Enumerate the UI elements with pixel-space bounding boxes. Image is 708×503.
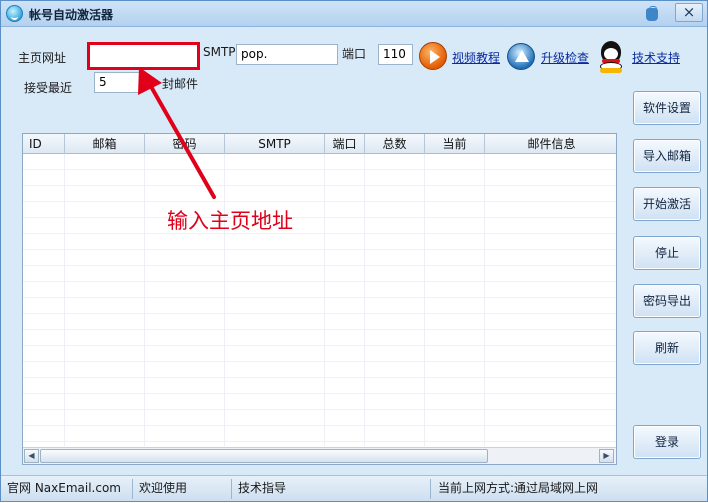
column-divider (484, 154, 485, 446)
software-settings-button[interactable]: 软件设置 (633, 91, 701, 125)
refresh-button[interactable]: 刷新 (633, 331, 701, 365)
recent-label: 接受最近 (24, 81, 73, 95)
col-smtp[interactable]: SMTP (225, 134, 325, 154)
status-site[interactable]: 官网 NaxEmail.com (3, 476, 121, 502)
column-divider (64, 154, 65, 446)
status-divider (430, 479, 431, 499)
smtp-label: SMTP (203, 45, 236, 59)
recent-count-input[interactable]: 5 (94, 72, 140, 93)
video-play-icon[interactable] (419, 42, 447, 70)
annotation-text: 输入主页地址 (167, 209, 293, 233)
start-activation-button[interactable]: 开始激活 (633, 187, 701, 221)
app-smiley-icon (6, 5, 23, 22)
update-check-link[interactable]: 升级检查 (541, 49, 589, 66)
export-password-button[interactable]: 密码导出 (633, 284, 701, 318)
window-title: 帐号自动激活器 (29, 8, 114, 22)
column-divider (224, 154, 225, 446)
col-port[interactable]: 端口 (325, 134, 365, 154)
import-mailbox-button[interactable]: 导入邮箱 (633, 139, 701, 173)
video-tutorial-link[interactable]: 视频教程 (452, 49, 500, 66)
status-guide[interactable]: 技术指导 (234, 476, 286, 502)
smtp-input[interactable]: pop. (236, 44, 338, 65)
port-label: 端口 (342, 47, 367, 61)
horizontal-scrollbar[interactable]: ◀ ▶ (23, 447, 616, 464)
scroll-left-arrow-icon[interactable]: ◀ (24, 449, 39, 463)
status-divider (132, 479, 133, 499)
status-welcome: 欢迎使用 (139, 481, 188, 495)
skin-icon[interactable] (642, 5, 662, 23)
col-password[interactable]: 密码 (145, 134, 225, 154)
status-divider (231, 479, 232, 499)
qq-penguin-icon[interactable] (597, 41, 625, 73)
table-header: ID 邮箱 密码 SMTP 端口 总数 当前 邮件信息 (23, 134, 616, 154)
scroll-right-arrow-icon[interactable]: ▶ (599, 449, 614, 463)
scroll-thumb[interactable] (40, 449, 488, 463)
mail-account-table[interactable]: ID 邮箱 密码 SMTP 端口 总数 当前 邮件信息 ◀ ▶ (22, 133, 617, 465)
col-email[interactable]: 邮箱 (65, 134, 145, 154)
col-mail-info[interactable]: 邮件信息 (485, 134, 616, 154)
port-input[interactable]: 110 (378, 44, 413, 65)
title-bar[interactable]: 帐号自动激活器 × (1, 1, 707, 27)
stop-button[interactable]: 停止 (633, 236, 701, 270)
close-button[interactable]: × (675, 3, 703, 22)
homepage-input[interactable] (87, 42, 200, 70)
status-bar: 官网 NaxEmail.com 欢迎使用 技术指导 当前上网方式:通过局域网上网 (1, 475, 707, 501)
table-body[interactable] (23, 154, 616, 446)
column-divider (424, 154, 425, 446)
homepage-label: 主页网址 (18, 51, 67, 65)
login-button[interactable]: 登录 (633, 425, 701, 459)
app-window: 帐号自动激活器 × 主页网址 SMTP pop. 端口 110 视频教程 升级检… (0, 0, 708, 502)
column-divider (144, 154, 145, 446)
tech-support-link[interactable]: 技术支持 (632, 49, 680, 66)
recent-unit-label: 封邮件 (162, 77, 199, 91)
status-network: 当前上网方式:通过局域网上网 (438, 481, 599, 495)
col-id[interactable]: ID (23, 134, 65, 154)
column-divider (324, 154, 325, 446)
update-icon[interactable] (507, 43, 535, 70)
col-current[interactable]: 当前 (425, 134, 485, 154)
col-total[interactable]: 总数 (365, 134, 425, 154)
column-divider (364, 154, 365, 446)
